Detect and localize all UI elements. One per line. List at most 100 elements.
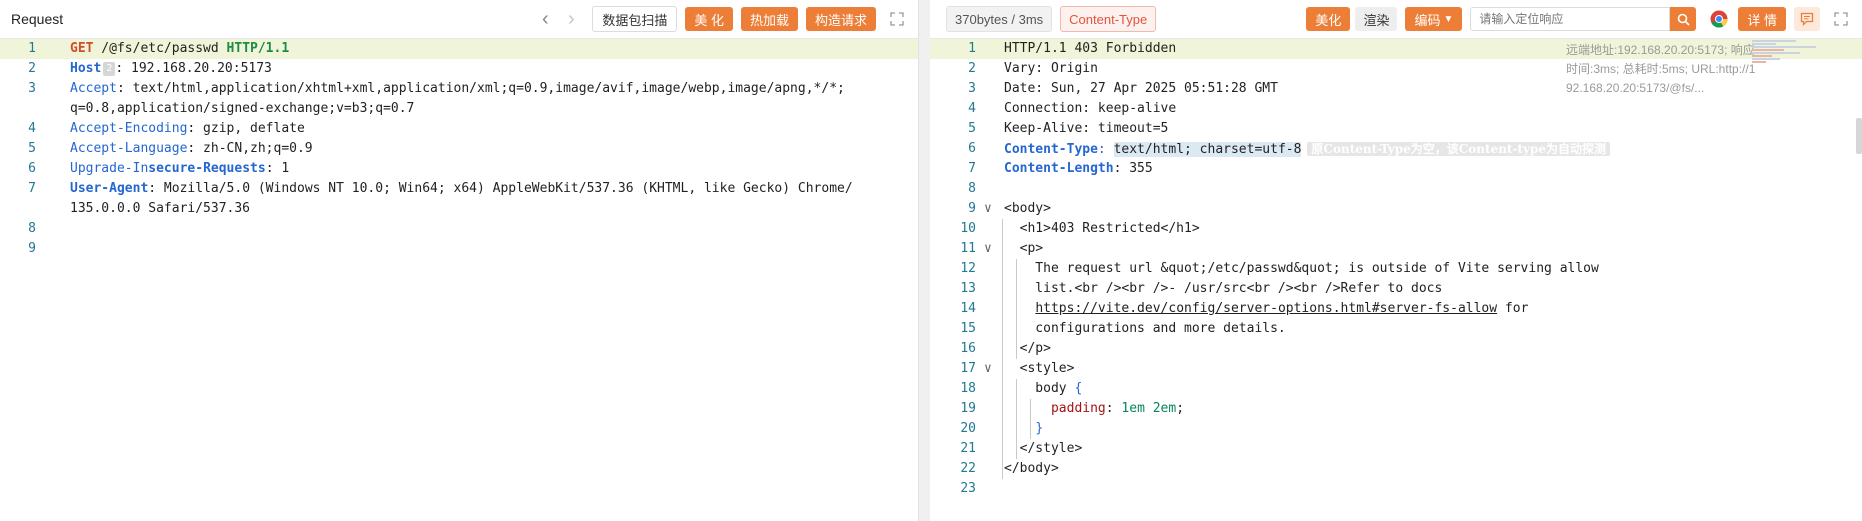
code-token: <p> xyxy=(1004,241,1044,256)
code-text: padding: 1em 2em; xyxy=(1004,399,1184,419)
code-line: 7 Content-Length: 355 xyxy=(930,159,1862,179)
response-search-input[interactable] xyxy=(1470,7,1671,31)
host-count-badge: 2 xyxy=(103,61,116,76)
line-number: 4 xyxy=(28,121,36,136)
code-line: 5 Accept-Language: zh-CN,zh;q=0.9 xyxy=(0,139,918,159)
line-number: 5 xyxy=(968,121,976,136)
code-token: </p> xyxy=(1004,341,1051,356)
request-title: Request xyxy=(11,11,64,27)
code-token: { xyxy=(1074,381,1083,396)
fold-chevron-icon[interactable]: ∨ xyxy=(984,239,992,259)
code-token: body xyxy=(1004,381,1075,396)
code-token: q=0.8,application/signed-exchange;v=b3;q… xyxy=(70,101,415,116)
line-number: 17 xyxy=(960,361,976,376)
code-token: HTTP/1.1 403 Forbidden xyxy=(1004,41,1177,56)
code-line: 12 The request url &quot;/etc/passwd&quo… xyxy=(930,259,1862,279)
code-line: 5 Keep-Alive: timeout=5 xyxy=(930,119,1862,139)
code-text: Host 2: 192.168.20.20:5173 xyxy=(70,59,272,79)
code-token: : 355 xyxy=(1113,161,1153,176)
code-token: Upgrade-In xyxy=(70,161,149,176)
code-line: 4 Connection: keep-alive xyxy=(930,99,1862,119)
code-line: 9 xyxy=(0,239,918,259)
line-number: 16 xyxy=(960,341,976,356)
fold-chevron-icon[interactable]: ∨ xyxy=(984,359,992,379)
scan-button[interactable]: 数据包扫描 xyxy=(592,6,678,32)
code-token: : 1 xyxy=(265,161,290,176)
response-beautify-button[interactable]: 美化 xyxy=(1306,7,1351,31)
fold-chevron-icon[interactable]: ∨ xyxy=(984,199,992,219)
hotload-button[interactable]: 热加载 xyxy=(740,7,798,31)
detail-button[interactable]: 详 情 xyxy=(1738,7,1786,31)
code-text: list.<br /><br />- /usr/src<br /><br />R… xyxy=(1004,279,1442,299)
line-number: 20 xyxy=(960,421,976,436)
chrome-icon[interactable] xyxy=(1708,8,1730,30)
chevron-right-icon[interactable]: › xyxy=(558,6,584,32)
code-text: Content-Type: text/html; charset=utf-8 原C… xyxy=(1004,139,1610,160)
code-token: } xyxy=(1035,421,1044,436)
code-text: Keep-Alive: timeout=5 xyxy=(1004,119,1168,139)
code-text: Accept-Language: zh-CN,zh;q=0.9 xyxy=(70,139,313,159)
code-token: Accept xyxy=(70,81,117,96)
code-token: User-Agent xyxy=(70,181,149,196)
code-token: <body> xyxy=(1004,201,1051,216)
comment-icon[interactable] xyxy=(1794,7,1820,31)
code-token: Accept-Language xyxy=(70,141,188,156)
code-line: 23 xyxy=(930,479,1862,499)
code-text: User-Agent: Mozilla/5.0 (Windows NT 10.0… xyxy=(70,179,853,199)
code-token: <h1>403 Restricted</h1> xyxy=(1004,221,1200,236)
code-text: Accept: text/html,application/xhtml+xml,… xyxy=(70,79,845,99)
code-token: secure-Requests xyxy=(148,161,266,176)
code-token: </body> xyxy=(1004,461,1059,476)
encoding-label: 编码 xyxy=(1414,12,1441,28)
response-expand-icon[interactable] xyxy=(1828,6,1854,32)
response-pane: 370bytes / 3ms Content-Type 美化 渲染 编码 ▼ 详… xyxy=(930,0,1862,521)
code-token: : gzip, deflate xyxy=(187,121,305,136)
line-number: 6 xyxy=(968,141,976,156)
code-line: 19 padding: 1em 2em; xyxy=(930,399,1862,419)
code-text: Content-Length: 355 xyxy=(1004,159,1153,179)
line-number: 7 xyxy=(968,161,976,176)
line-number: 5 xyxy=(28,141,36,156)
code-text: HTTP/1.1 403 Forbidden xyxy=(1004,39,1176,59)
line-number: 22 xyxy=(960,461,976,476)
code-token: Date: Sun, 27 Apr 2025 05:51:28 GMT xyxy=(1004,81,1278,96)
code-line: 20 } xyxy=(930,419,1862,439)
search-icon[interactable] xyxy=(1670,7,1697,31)
code-token: HTTP/1.1 xyxy=(226,41,290,56)
line-number: 11 xyxy=(960,241,976,256)
minimap[interactable] xyxy=(1752,39,1832,99)
line-number: 12 xyxy=(960,261,976,276)
code-line: 7 User-Agent: Mozilla/5.0 (Windows NT 10.… xyxy=(0,179,918,199)
code-text: <p> xyxy=(1004,239,1044,259)
content-type-hint: 原Content-Type为空，该Content-type为自动探测 xyxy=(1307,142,1610,156)
code-token: https://vite.dev/config/server-options.h… xyxy=(1035,301,1498,316)
code-text: The request url &quot;/etc/passwd&quot; … xyxy=(1004,259,1599,279)
code-token: : 192.168.20.20:5173 xyxy=(115,61,272,76)
chevron-left-icon[interactable]: ‹ xyxy=(532,6,558,32)
code-text: https://vite.dev/config/server-options.h… xyxy=(1004,299,1528,319)
code-token: The request url &quot;/etc/passwd&quot; … xyxy=(1004,261,1599,276)
request-pane: Request ‹ › 数据包扫描 美 化 热加载 构造请求 1 GET /@fs… xyxy=(0,0,918,521)
code-token: : zh-CN,zh;q=0.9 xyxy=(187,141,313,156)
line-number: 1 xyxy=(968,41,976,56)
vertical-scrollbar[interactable] xyxy=(1856,118,1862,154)
code-token: <style> xyxy=(1004,361,1075,376)
expand-icon[interactable] xyxy=(884,6,910,32)
code-text: 135.0.0.0 Safari/537.36 xyxy=(70,199,250,219)
encoding-dropdown[interactable]: 编码 ▼ xyxy=(1405,7,1463,31)
code-line: 135.0.0.0 Safari/537.36 xyxy=(0,199,918,219)
response-editor[interactable]: 1 HTTP/1.1 403 Forbidden 2 Vary: Origin 3 Dat… xyxy=(930,39,1862,521)
code-token: list.<br /><br />- /usr/src<br /><br />R… xyxy=(1004,281,1443,296)
code-line: 15 configurations and more details. xyxy=(930,319,1862,339)
remote-info-text: 远端地址:192.168.20.20:5173; 响应时间:3ms; 总耗时:5… xyxy=(1566,43,1756,95)
construct-request-button[interactable]: 构造请求 xyxy=(805,7,876,31)
render-button[interactable]: 渲染 xyxy=(1355,7,1398,31)
code-token: : xyxy=(1105,401,1122,416)
request-editor[interactable]: 1 GET /@fs/etc/passwd HTTP/1.1 2 Host 2: 192… xyxy=(0,39,918,521)
code-line: q=0.8,application/signed-exchange;v=b3;q… xyxy=(0,99,918,119)
beautify-button[interactable]: 美 化 xyxy=(685,7,733,31)
line-number: 8 xyxy=(28,221,36,236)
request-toolbar: Request ‹ › 数据包扫描 美 化 热加载 构造请求 xyxy=(0,0,918,39)
code-line: 6 Upgrade-Insecure-Requests: 1 xyxy=(0,159,918,179)
